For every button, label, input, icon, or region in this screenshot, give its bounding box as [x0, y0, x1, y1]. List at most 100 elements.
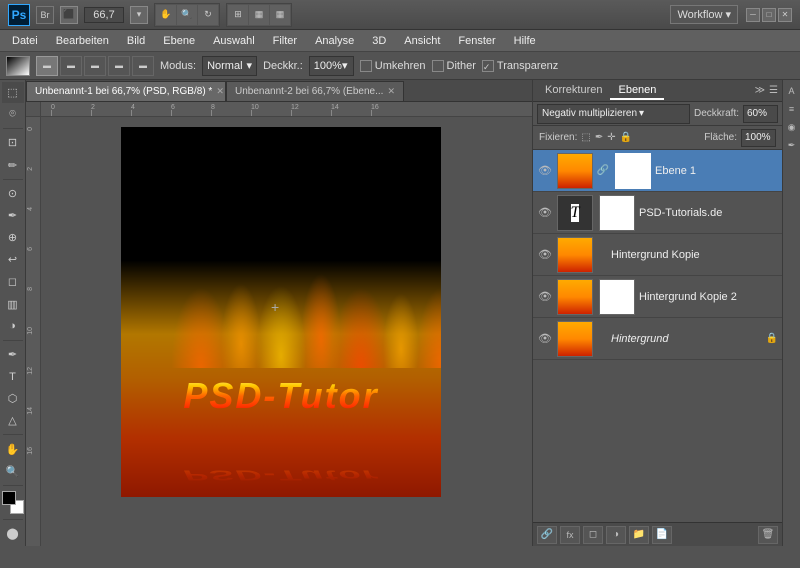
dither-check[interactable]	[432, 60, 444, 72]
grid-btn[interactable]: ⊞	[228, 5, 248, 25]
menu-filter[interactable]: Filter	[265, 33, 305, 49]
shape-btn-1[interactable]: ▬	[36, 56, 58, 76]
deckkraft-value[interactable]: 100% ▾	[309, 56, 354, 76]
tool-dodge[interactable]: ◑	[2, 316, 24, 337]
umkehren-checkbox[interactable]: Umkehren	[360, 60, 426, 72]
layer-row[interactable]: 👁 Hintergrund 🔒	[533, 318, 782, 360]
menu-3d[interactable]: 3D	[364, 33, 394, 49]
tool-pen[interactable]: ✒	[2, 344, 24, 365]
panel-more-btn[interactable]: ☰	[769, 85, 778, 96]
transparenz-check[interactable]	[482, 60, 494, 72]
menu-bild[interactable]: Bild	[119, 33, 153, 49]
tool-brush[interactable]: ✒	[2, 205, 24, 226]
tool-quickmask[interactable]: ⬤	[2, 523, 24, 544]
mini-text-btn[interactable]: A	[785, 84, 799, 98]
layer-eye-0[interactable]: 👁	[537, 163, 553, 179]
zoom-dropdown-btn[interactable]: ▾	[130, 6, 148, 24]
adjustment-btn[interactable]: ◑	[606, 526, 626, 544]
menu-auswahl[interactable]: Auswahl	[205, 33, 263, 49]
ruler-corner	[26, 102, 41, 117]
shape-btn-3[interactable]: ▬	[84, 56, 106, 76]
tool-shape[interactable]: △	[2, 410, 24, 431]
tool-lasso[interactable]: ⌾	[2, 104, 24, 125]
umkehren-check[interactable]	[360, 60, 372, 72]
close-btn[interactable]: ✕	[778, 8, 792, 22]
blend-mode-dropdown[interactable]: Negativ multiplizieren ▾	[537, 104, 690, 124]
add-mask-btn[interactable]: ◻	[583, 526, 603, 544]
fill-value[interactable]: 100%	[741, 129, 776, 147]
tool-marquee[interactable]: ⬚	[2, 82, 24, 103]
arrange-btn2[interactable]: ▦	[270, 5, 290, 25]
fg-color-swatch[interactable]	[2, 491, 16, 505]
minimize-btn[interactable]: ─	[746, 8, 760, 22]
layer-thumb-0	[557, 153, 593, 189]
layer-eye-3[interactable]: 👁	[537, 289, 553, 305]
transparenz-checkbox[interactable]: Transparenz	[482, 60, 558, 72]
layer-link-0[interactable]: 🔗	[597, 165, 609, 176]
modus-dropdown[interactable]: Normal ▾	[202, 56, 257, 76]
mini-align-btn[interactable]: ≡	[785, 102, 799, 116]
mini-style-btn[interactable]: ◉	[785, 120, 799, 134]
layer-row[interactable]: 👁 Hintergrund Kopie 2	[533, 276, 782, 318]
menu-fenster[interactable]: Fenster	[450, 33, 503, 49]
tab-korrekturen[interactable]: Korrekturen	[537, 82, 610, 100]
dither-checkbox[interactable]: Dither	[432, 60, 476, 72]
lock-move-icon[interactable]: ✛	[607, 132, 615, 143]
tool-path[interactable]: ⬡	[2, 388, 24, 409]
layer-eye-1[interactable]: 👁	[537, 205, 553, 221]
tab-1-close[interactable]: ✕	[216, 86, 224, 97]
maximize-btn[interactable]: □	[762, 8, 776, 22]
lock-all-icon[interactable]: 🔒	[620, 132, 632, 143]
tab-ebenen[interactable]: Ebenen	[610, 82, 664, 100]
menu-ebene[interactable]: Ebene	[155, 33, 203, 49]
menu-bearbeiten[interactable]: Bearbeiten	[48, 33, 117, 49]
layer-eye-4[interactable]: 👁	[537, 331, 553, 347]
workflow-button[interactable]: Workflow ▾	[670, 5, 738, 24]
menu-analyse[interactable]: Analyse	[307, 33, 362, 49]
layer-row[interactable]: 👁 T PSD-Tutorials.de	[533, 192, 782, 234]
arrange-btn[interactable]: ▦	[249, 5, 269, 25]
canvas-with-rulers: 0 2 4 6 8 10 12 14	[26, 102, 532, 546]
fx-btn[interactable]: fx	[560, 526, 580, 544]
tab-document-2[interactable]: Unbenannt-2 bei 66,7% (Ebene... ✕	[226, 81, 404, 101]
tool-history[interactable]: ↩	[2, 249, 24, 270]
tool-zoom[interactable]: 🔍	[2, 461, 24, 482]
layer-row[interactable]: 👁 🔗 Ebene 1	[533, 150, 782, 192]
layer-row[interactable]: 👁 Hintergrund Kopie	[533, 234, 782, 276]
tab-document-1[interactable]: Unbenannt-1 bei 66,7% (PSD, RGB/8) * ✕	[26, 81, 226, 101]
tool-spot-heal[interactable]: ⊙	[2, 183, 24, 204]
rotate-tool-btn[interactable]: ↻	[198, 5, 218, 25]
canvas-row: 0 2 4 6 8 10 12 14 16	[26, 117, 532, 546]
delete-layer-btn[interactable]: 🗑	[758, 526, 778, 544]
lock-transparent-icon[interactable]: ⬚	[581, 132, 590, 143]
opacity-value[interactable]: 60%	[743, 105, 778, 123]
menu-datei[interactable]: Datei	[4, 33, 46, 49]
gradient-swatch[interactable]	[6, 56, 30, 76]
tab-2-close[interactable]: ✕	[387, 86, 395, 97]
shape-btn-5[interactable]: ▬	[132, 56, 154, 76]
tool-group-nav: ✋ 🔍 ↻	[154, 3, 220, 27]
new-group-btn[interactable]: 📁	[629, 526, 649, 544]
tool-crop[interactable]: ⊡	[2, 132, 24, 153]
mini-brush-btn[interactable]: ✒	[785, 138, 799, 152]
tool-sep-4	[3, 434, 23, 435]
lock-brush-icon[interactable]: ✒	[595, 132, 603, 143]
tool-hand[interactable]: ✋	[2, 438, 24, 459]
menu-ansicht[interactable]: Ansicht	[396, 33, 448, 49]
shape-btn-2[interactable]: ▬	[60, 56, 82, 76]
zoom-tool-btn[interactable]: 🔍	[177, 5, 197, 25]
tool-eraser[interactable]: ◻	[2, 271, 24, 292]
tool-text[interactable]: T	[2, 366, 24, 387]
panel-menu-btn[interactable]: ≫	[755, 85, 765, 96]
tool-stamp[interactable]: ⊕	[2, 227, 24, 248]
link-layers-btn[interactable]: 🔗	[537, 526, 557, 544]
new-layer-btn[interactable]: 📄	[652, 526, 672, 544]
layer-eye-2[interactable]: 👁	[537, 247, 553, 263]
canvas-content[interactable]: PSD-Tutor PSD-Tutor	[41, 117, 532, 546]
hand-tool-btn[interactable]: ✋	[156, 5, 176, 25]
tool-eyedropper[interactable]: ✏	[2, 154, 24, 175]
shape-btn-4[interactable]: ▬	[108, 56, 130, 76]
tool-gradient[interactable]: ▥	[2, 293, 24, 314]
rv-10: 10	[27, 327, 34, 335]
menu-hilfe[interactable]: Hilfe	[506, 33, 544, 49]
